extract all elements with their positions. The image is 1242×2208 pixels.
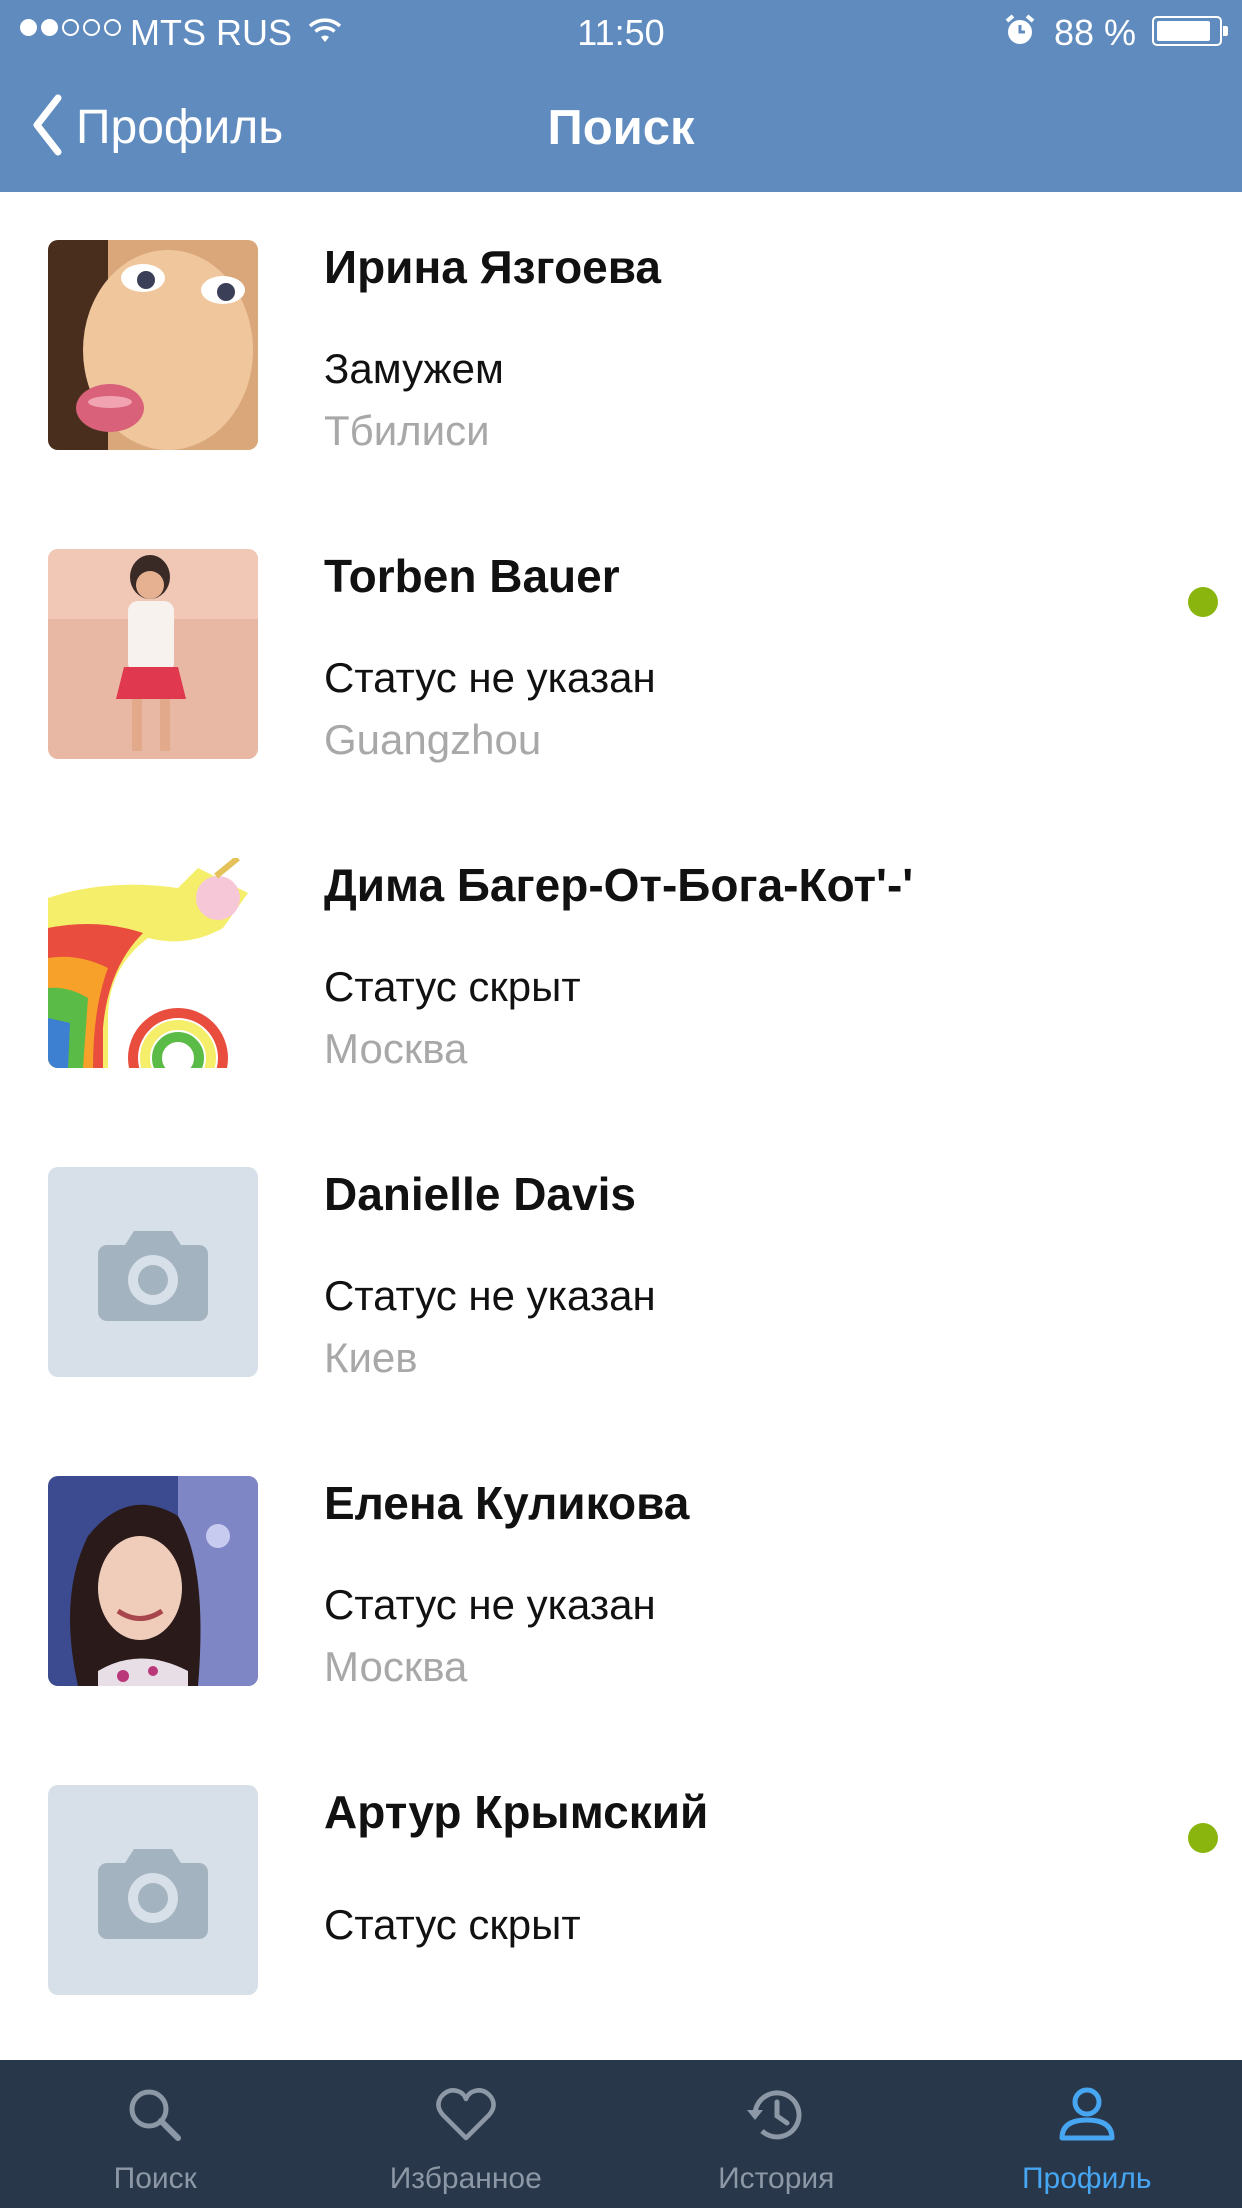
- person-status: Статус скрыт: [324, 963, 581, 1010]
- person-city: Москва: [324, 1025, 468, 1072]
- list-item[interactable]: Torben Bauer Статус не указан Guangzhou: [0, 501, 1242, 810]
- online-indicator-icon: [1188, 1823, 1218, 1853]
- person-name: Ирина Язгоева: [324, 241, 662, 293]
- list-item[interactable]: Danielle Davis Статус не указан Киев: [0, 1119, 1242, 1428]
- avatar: [48, 1476, 258, 1686]
- battery-icon: [1152, 16, 1228, 46]
- tab-label: Избранное: [389, 2162, 542, 2195]
- alarm-icon: [1004, 13, 1036, 56]
- tab-label: История: [718, 2162, 835, 2195]
- person-name: Torben Bauer: [324, 550, 620, 602]
- person-status: Статус не указан: [324, 1581, 656, 1628]
- person-city: Москва: [324, 1643, 468, 1690]
- list-item[interactable]: Ирина Язгоева Замужем Тбилиси: [0, 192, 1242, 501]
- avatar-placeholder: [48, 1785, 258, 1995]
- search-icon: [129, 2089, 182, 2141]
- tab-favorites[interactable]: Избранное: [311, 2060, 622, 2208]
- list-item[interactable]: Артур Крымский Статус скрыт: [0, 1737, 1242, 2046]
- person-status: Статус не указан: [324, 1272, 656, 1319]
- navigation-bar: MTS RUS 11:50 88 % Профиль Поиск: [0, 0, 1242, 192]
- search-results-list[interactable]: Ирина Язгоева Замужем Тбилиси Torben Bau…: [0, 192, 1242, 2060]
- avatar: [48, 549, 258, 759]
- battery-percentage: 88 %: [1054, 12, 1137, 53]
- person-status: Статус скрыт: [324, 1901, 581, 1948]
- person-city: Guangzhou: [324, 716, 542, 763]
- person-icon: [1059, 2087, 1115, 2141]
- person-status: Замужем: [324, 345, 504, 392]
- person-name: Артур Крымский: [324, 1786, 709, 1838]
- avatar-placeholder: [48, 1167, 258, 1377]
- list-item[interactable]: Елена Куликова Статус не указан Москва: [0, 1428, 1242, 1737]
- tab-bar: Поиск Избранное История Профиль: [0, 2060, 1242, 2208]
- list-item[interactable]: Дима Багер-От-Бога-Кот'-' Статус скрыт М…: [0, 810, 1242, 1119]
- avatar: [48, 240, 258, 450]
- person-name: Дима Багер-От-Бога-Кот'-': [324, 859, 914, 911]
- history-icon: [747, 2090, 802, 2140]
- heart-icon: [435, 2088, 496, 2141]
- person-name: Danielle Davis: [324, 1168, 636, 1220]
- tab-label: Поиск: [113, 2162, 197, 2195]
- tab-history[interactable]: История: [621, 2060, 932, 2208]
- person-city: Киев: [324, 1334, 418, 1381]
- page-title: Поиск: [547, 101, 695, 155]
- tab-search[interactable]: Поиск: [0, 2060, 311, 2208]
- online-indicator-icon: [1188, 587, 1218, 617]
- person-city: Тбилиси: [324, 407, 490, 454]
- status-bar: MTS RUS 11:50 88 %: [0, 0, 1242, 62]
- tab-profile[interactable]: Профиль: [932, 2060, 1242, 2208]
- person-name: Елена Куликова: [324, 1477, 690, 1529]
- person-status: Статус не указан: [324, 654, 656, 701]
- avatar: [48, 858, 258, 1068]
- tab-label: Профиль: [1021, 2162, 1152, 2195]
